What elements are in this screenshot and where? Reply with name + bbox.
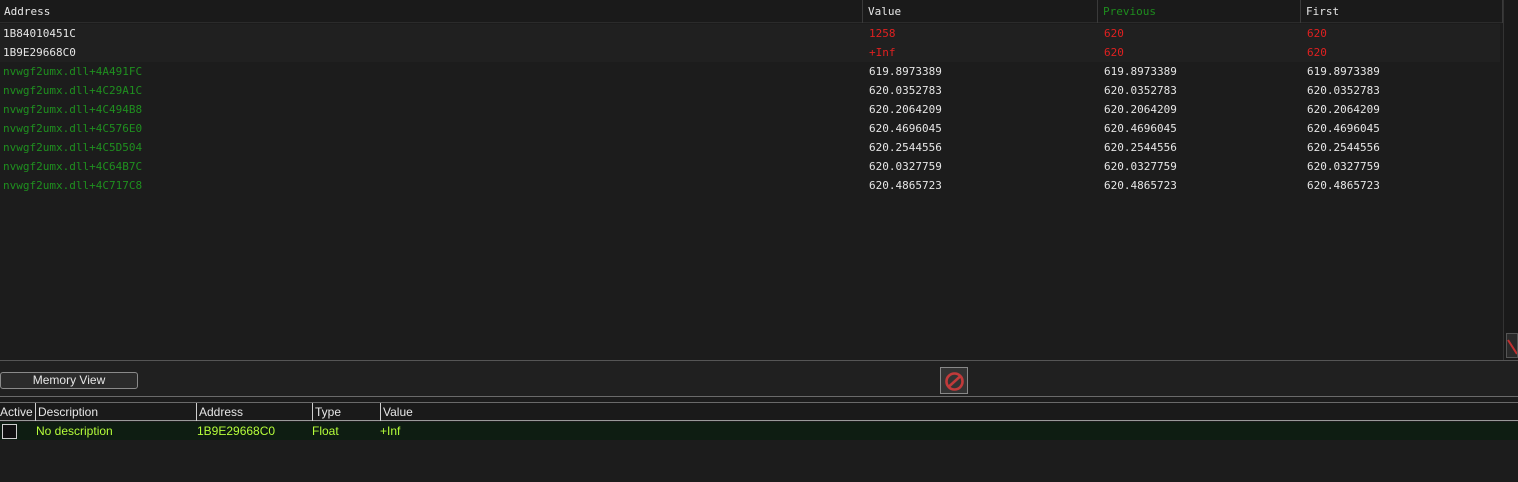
result-first: 620.2064209 [1307,103,1380,116]
result-previous: 620 [1104,27,1124,40]
result-row[interactable]: nvwgf2umx.dll+4C64B7C 620.0327759 620.03… [0,157,1500,176]
result-value: 1258 [869,27,896,40]
result-address: nvwgf2umx.dll+4C576E0 [3,122,143,135]
active-checkbox[interactable] [2,424,17,439]
result-previous: 620 [1104,46,1124,59]
result-previous: 620.4865723 [1104,179,1177,192]
result-previous: 620.0352783 [1104,84,1177,97]
result-row[interactable]: nvwgf2umx.dll+4C576E0 620.4696045 620.46… [0,119,1500,138]
column-header-value[interactable]: Value [380,403,1518,421]
column-header-address[interactable]: Address [196,403,312,421]
result-first: 620.0352783 [1307,84,1380,97]
entry-type[interactable]: Float [312,422,339,440]
result-previous: 620.2544556 [1104,141,1177,154]
column-header-previous[interactable]: Previous [1099,0,1301,23]
result-first: 619.8973389 [1307,65,1380,78]
result-row[interactable]: nvwgf2umx.dll+4C29A1C 620.0352783 620.03… [0,81,1500,100]
result-value: 620.4696045 [869,122,942,135]
middle-toolbar: Memory View [0,360,1518,398]
result-first: 620.4865723 [1307,179,1380,192]
result-first: 620 [1307,27,1327,40]
result-first: 620.4696045 [1307,122,1380,135]
result-value: +Inf [869,46,896,59]
results-header: Address Value Previous First [0,0,1503,23]
result-row[interactable]: nvwgf2umx.dll+4C717C8 620.4865723 620.48… [0,176,1500,195]
result-value: 620.0327759 [869,160,942,173]
result-value: 619.8973389 [869,65,942,78]
result-row[interactable]: 1B9E29668C0 +Inf 620 620 [0,43,1500,62]
result-value: 620.2064209 [869,103,942,116]
result-previous: 620.0327759 [1104,160,1177,173]
result-first: 620.0327759 [1307,160,1380,173]
column-header-type[interactable]: Type [312,403,380,421]
result-address: 1B84010451C [3,27,76,40]
result-address: nvwgf2umx.dll+4C494B8 [3,103,143,116]
result-address: nvwgf2umx.dll+4C5D504 [3,141,143,154]
column-header-address[interactable]: Address [0,0,863,23]
result-row[interactable]: nvwgf2umx.dll+4C494B8 620.2064209 620.20… [0,100,1500,119]
entry-address[interactable]: 1B9E29668C0 [197,422,275,440]
result-value: 620.4865723 [869,179,942,192]
resize-grip-icon[interactable] [1506,333,1518,358]
entry-description[interactable]: No description [36,422,113,440]
result-row[interactable]: 1B84010451C 1258 620 620 [0,24,1500,43]
result-address: nvwgf2umx.dll+4C64B7C [3,160,143,173]
address-list-row[interactable]: No description 1B9E29668C0 Float +Inf [0,422,1518,440]
memory-view-button[interactable]: Memory View [0,372,138,389]
entry-value[interactable]: +Inf [380,422,400,440]
results-scrollbar[interactable] [1503,0,1518,360]
result-first: 620 [1307,46,1327,59]
scan-results-list[interactable]: Address Value Previous First 1B84010451C… [0,0,1518,360]
column-header-description[interactable]: Description [35,403,196,421]
result-address: nvwgf2umx.dll+4C717C8 [3,179,143,192]
stop-button[interactable] [940,367,968,394]
address-list-header: Active Description Address Type Value [0,403,1518,421]
result-address: nvwgf2umx.dll+4A491FC [3,65,143,78]
column-header-first[interactable]: First [1302,0,1503,23]
column-header-active[interactable]: Active [0,403,35,421]
result-previous: 619.8973389 [1104,65,1177,78]
column-header-value[interactable]: Value [864,0,1098,23]
panel-splitter[interactable] [0,396,1518,403]
result-address: 1B9E29668C0 [3,46,76,59]
result-row[interactable]: nvwgf2umx.dll+4A491FC 619.8973389 619.89… [0,62,1500,81]
result-value: 620.2544556 [869,141,942,154]
address-list[interactable]: Active Description Address Type Value No… [0,403,1518,482]
result-previous: 620.2064209 [1104,103,1177,116]
result-address: nvwgf2umx.dll+4C29A1C [3,84,143,97]
result-previous: 620.4696045 [1104,122,1177,135]
result-value: 620.0352783 [869,84,942,97]
result-first: 620.2544556 [1307,141,1380,154]
result-row[interactable]: nvwgf2umx.dll+4C5D504 620.2544556 620.25… [0,138,1500,157]
